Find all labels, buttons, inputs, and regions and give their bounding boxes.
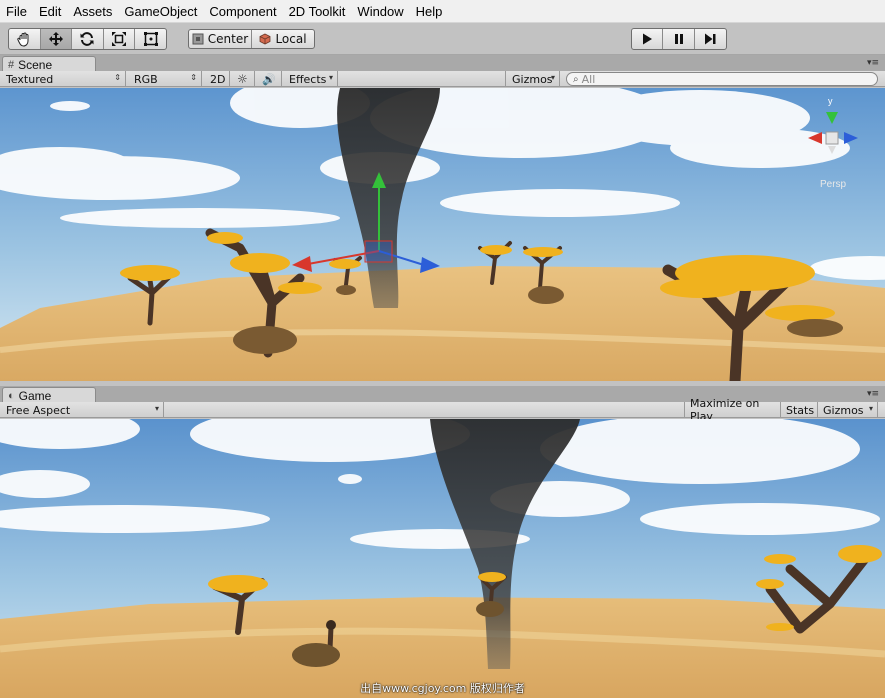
step-icon	[705, 33, 716, 45]
updown-arrow-icon: ⇕	[114, 73, 121, 82]
audio-toggle[interactable]: 🔊	[256, 71, 282, 87]
pivot-center-label: Center	[207, 32, 249, 46]
chevron-down-icon: ▾	[550, 73, 555, 82]
pivot-toggles: Center Local	[188, 29, 315, 49]
render-mode-value: RGB	[134, 72, 158, 86]
space-local-button[interactable]: Local	[252, 30, 314, 48]
transform-tools	[8, 28, 167, 50]
game-control-bar: Free Aspect ▾ Maximize on Play Stats Giz…	[0, 397, 885, 423]
scale-icon	[112, 32, 127, 46]
panel-menu-icon[interactable]: ▾≡	[867, 58, 879, 68]
panel-menu-icon[interactable]: ▾≡	[867, 389, 879, 399]
speaker-icon: 🔊	[262, 72, 276, 86]
search-placeholder: All	[581, 72, 596, 86]
main-toolbar: Center Local	[0, 23, 885, 55]
menu-edit[interactable]: Edit	[33, 4, 67, 19]
chevron-down-icon: ▾	[328, 73, 333, 82]
search-icon: ⌕	[573, 73, 579, 85]
play-button[interactable]	[632, 29, 664, 49]
game-render	[0, 419, 885, 698]
effects-dropdown[interactable]: Effects ▾	[283, 71, 338, 87]
menu-2d-toolkit[interactable]: 2D Toolkit	[283, 4, 352, 19]
playback-controls	[631, 28, 727, 50]
persp-label[interactable]: Persp	[820, 179, 846, 190]
mode-2d-toggle[interactable]: 2D	[205, 71, 230, 87]
scene-viewport[interactable]: y Persp	[0, 88, 885, 381]
menu-help[interactable]: Help	[410, 4, 449, 19]
move-tool-button[interactable]	[40, 29, 73, 49]
rotate-icon	[80, 32, 94, 46]
hand-tool-button[interactable]	[9, 29, 41, 49]
play-icon	[643, 33, 653, 45]
tab-scene-label: Scene	[18, 58, 53, 72]
chevron-down-icon: ▾	[868, 404, 873, 413]
step-button[interactable]	[695, 29, 726, 49]
menu-bar: File Edit Assets GameObject Component 2D…	[0, 0, 885, 23]
pause-icon	[674, 34, 683, 44]
stats-label: Stats	[786, 403, 815, 417]
pivot-center-button[interactable]: Center	[189, 30, 252, 48]
rect-icon	[143, 32, 158, 46]
rotate-tool-button[interactable]	[72, 29, 104, 49]
game-viewport[interactable]: 出自www.cgjoy.com 版权归作者	[0, 419, 885, 698]
pivot-icon	[192, 33, 204, 45]
maximize-on-play-toggle[interactable]: Maximize on Play	[684, 397, 781, 423]
tab-game-label: Game	[18, 389, 52, 403]
game-gizmos-dropdown[interactable]: Gizmos ▾	[818, 402, 878, 418]
aspect-dropdown[interactable]: Free Aspect ▾	[0, 402, 164, 418]
menu-window[interactable]: Window	[351, 4, 409, 19]
grid-icon: #	[8, 59, 15, 71]
render-mode-dropdown[interactable]: RGB ⇕	[128, 71, 202, 87]
space-local-label: Local	[275, 32, 307, 46]
chevron-down-icon: ▾	[154, 404, 159, 413]
game-gizmos-label: Gizmos	[823, 403, 864, 417]
menu-gameobject[interactable]: GameObject	[118, 4, 203, 19]
rect-tool-button[interactable]	[135, 29, 166, 49]
game-icon: ◐	[8, 390, 15, 402]
stats-toggle[interactable]: Stats	[781, 402, 818, 418]
menu-component[interactable]: Component	[203, 4, 282, 19]
scene-control-bar: Textured ⇕ RGB ⇕ 2D ☼ 🔊 Effects ▾ Gizmos…	[0, 71, 885, 87]
menu-file[interactable]: File	[0, 4, 33, 19]
move-icon	[48, 32, 63, 46]
gizmos-dropdown[interactable]: Gizmos ▾	[505, 71, 560, 87]
hierarchy-search-input[interactable]: ⌕ All	[566, 72, 878, 86]
aspect-value: Free Aspect	[6, 403, 71, 417]
mode-2d-label: 2D	[210, 72, 226, 86]
shading-mode-dropdown[interactable]: Textured ⇕	[0, 71, 126, 87]
scale-tool-button[interactable]	[104, 29, 136, 49]
effects-label: Effects	[289, 72, 327, 86]
scene-render	[0, 88, 885, 381]
menu-assets[interactable]: Assets	[67, 4, 118, 19]
watermark-text: 出自www.cgjoy.com 版权归作者	[360, 682, 525, 695]
gizmo-y-label: y	[828, 96, 833, 106]
pause-button[interactable]	[663, 29, 695, 49]
lighting-toggle[interactable]: ☼	[231, 71, 255, 87]
updown-arrow-icon: ⇕	[190, 73, 197, 82]
shading-mode-value: Textured	[6, 72, 54, 86]
gizmos-label: Gizmos	[512, 72, 553, 86]
cube-icon	[260, 33, 271, 45]
hand-icon	[17, 32, 29, 47]
sun-icon: ☼	[237, 72, 248, 86]
